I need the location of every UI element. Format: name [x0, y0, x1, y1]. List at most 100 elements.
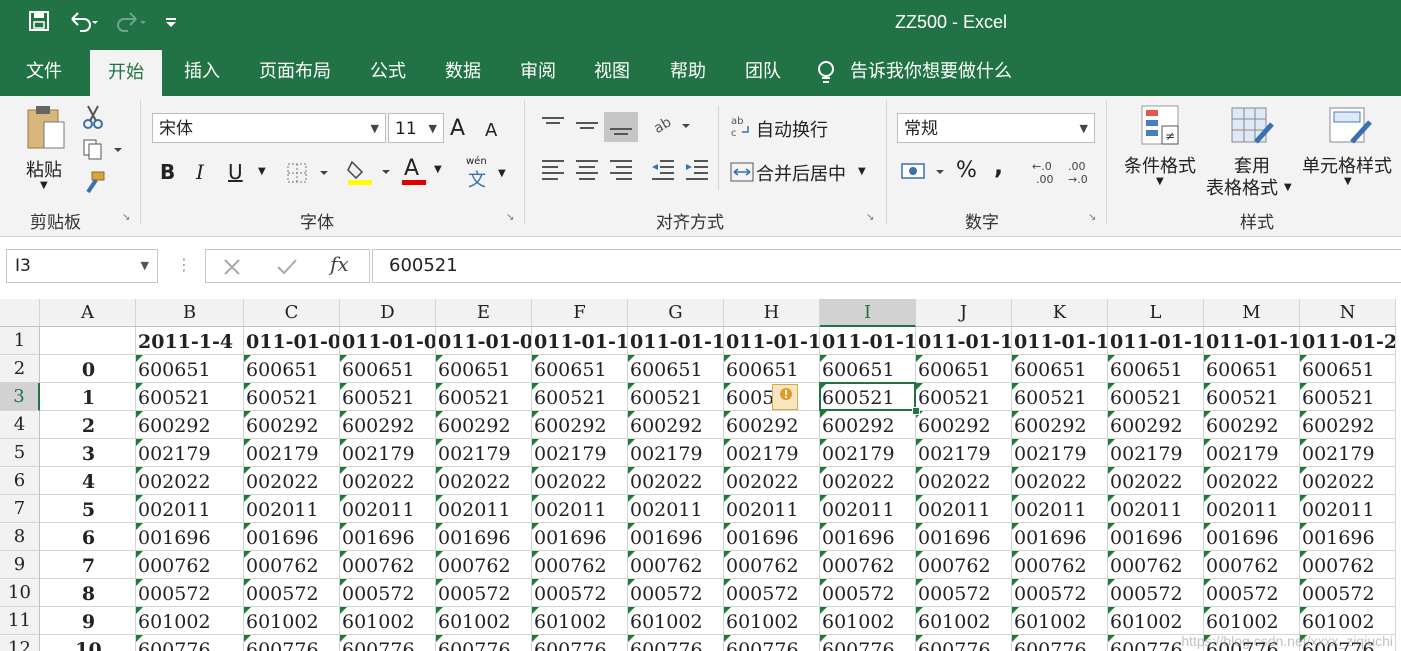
cell-k8[interactable]: 001696	[1012, 523, 1108, 551]
cell-n2[interactable]: 600651	[1300, 355, 1396, 383]
cell-j5[interactable]: 002179	[916, 439, 1012, 467]
cell-d1[interactable]: 011-01-0	[340, 327, 436, 355]
cell-j2[interactable]: 600651	[916, 355, 1012, 383]
redo-icon[interactable]	[116, 10, 146, 37]
cell-i11[interactable]: 601002	[820, 607, 916, 635]
increase-indent-icon[interactable]	[684, 158, 710, 182]
cell-i9[interactable]: 000762	[820, 551, 916, 579]
cell-j4[interactable]: 600292	[916, 411, 1012, 439]
cell-h7[interactable]: 002011	[724, 495, 820, 523]
cell-h10[interactable]: 000572	[724, 579, 820, 607]
cell-j7[interactable]: 002011	[916, 495, 1012, 523]
cell-n10[interactable]: 000572	[1300, 579, 1396, 607]
cell-f4[interactable]: 600292	[532, 411, 628, 439]
underline-button[interactable]: U	[228, 160, 243, 184]
cell-k9[interactable]: 000762	[1012, 551, 1108, 579]
cell-g8[interactable]: 001696	[628, 523, 724, 551]
cell-i8[interactable]: 001696	[820, 523, 916, 551]
row-header-10[interactable]: 10	[0, 579, 40, 607]
column-header-a[interactable]: A	[40, 299, 136, 327]
cell-f3[interactable]: 600521	[532, 383, 628, 411]
decrease-indent-icon[interactable]	[650, 158, 676, 182]
cell-a1[interactable]	[40, 327, 136, 355]
align-right-icon[interactable]	[608, 158, 634, 182]
cell-e8[interactable]: 001696	[436, 523, 532, 551]
format-as-table-button[interactable]: 套用 表格格式 ▼	[1204, 102, 1296, 202]
cell-e1[interactable]: 011-01-0	[436, 327, 532, 355]
orientation-icon[interactable]: ab	[652, 114, 692, 138]
cell-b10[interactable]: 000572	[136, 579, 244, 607]
column-header-n[interactable]: N	[1300, 299, 1396, 327]
cell-c1[interactable]: 011-01-0	[244, 327, 340, 355]
formula-input[interactable]: 600521	[372, 249, 1401, 283]
number-format-dropdown[interactable]: 常规 ▼	[897, 113, 1095, 143]
cell-e4[interactable]: 600292	[436, 411, 532, 439]
cell-b5[interactable]: 002179	[136, 439, 244, 467]
cell-h5[interactable]: 002179	[724, 439, 820, 467]
cell-d12[interactable]: 600776	[340, 635, 436, 651]
row-header-9[interactable]: 9	[0, 551, 40, 579]
cell-j11[interactable]: 601002	[916, 607, 1012, 635]
align-center-icon[interactable]	[574, 158, 600, 182]
cell-e10[interactable]: 000572	[436, 579, 532, 607]
column-header-l[interactable]: L	[1108, 299, 1204, 327]
tab-help[interactable]: 帮助	[652, 48, 724, 96]
cell-a2[interactable]: 0	[40, 355, 136, 383]
cell-m2[interactable]: 600651	[1204, 355, 1300, 383]
row-header-8[interactable]: 8	[0, 523, 40, 551]
cell-m1[interactable]: 011-01-1	[1204, 327, 1300, 355]
cell-k2[interactable]: 600651	[1012, 355, 1108, 383]
tab-view[interactable]: 视图	[576, 48, 648, 96]
align-middle-icon[interactable]	[574, 114, 600, 136]
cell-f12[interactable]: 600776	[532, 635, 628, 651]
enter-icon[interactable]	[276, 257, 298, 277]
cell-l11[interactable]: 601002	[1108, 607, 1204, 635]
cell-i12[interactable]: 600776	[820, 635, 916, 651]
cell-e6[interactable]: 002022	[436, 467, 532, 495]
save-icon[interactable]	[28, 10, 50, 37]
cell-l8[interactable]: 001696	[1108, 523, 1204, 551]
cell-a7[interactable]: 5	[40, 495, 136, 523]
tab-home[interactable]: 开始	[90, 50, 162, 96]
cell-f7[interactable]: 002011	[532, 495, 628, 523]
cell-a8[interactable]: 6	[40, 523, 136, 551]
cell-b11[interactable]: 601002	[136, 607, 244, 635]
column-header-e[interactable]: E	[436, 299, 532, 327]
font-name-dropdown[interactable]: 宋体 ▼	[152, 113, 386, 143]
row-header-1[interactable]: 1	[0, 327, 40, 355]
cell-h11[interactable]: 601002	[724, 607, 820, 635]
customize-icon[interactable]	[164, 10, 178, 37]
cell-g5[interactable]: 002179	[628, 439, 724, 467]
cell-e2[interactable]: 600651	[436, 355, 532, 383]
alignment-launcher-icon[interactable]: ↘	[866, 212, 874, 223]
cell-g11[interactable]: 601002	[628, 607, 724, 635]
cell-g9[interactable]: 000762	[628, 551, 724, 579]
cell-d11[interactable]: 601002	[340, 607, 436, 635]
cell-e12[interactable]: 600776	[436, 635, 532, 651]
row-header-12[interactable]: 12	[0, 635, 40, 651]
cell-n8[interactable]: 001696	[1300, 523, 1396, 551]
cell-c4[interactable]: 600292	[244, 411, 340, 439]
column-header-b[interactable]: B	[136, 299, 244, 327]
cut-icon[interactable]	[82, 104, 104, 130]
cell-m8[interactable]: 001696	[1204, 523, 1300, 551]
cell-a9[interactable]: 7	[40, 551, 136, 579]
cell-b2[interactable]: 600651	[136, 355, 244, 383]
cell-d10[interactable]: 000572	[340, 579, 436, 607]
cell-m3[interactable]: 600521	[1204, 383, 1300, 411]
paste-button[interactable]: 粘贴 ▼	[20, 104, 72, 199]
cell-h6[interactable]: 002022	[724, 467, 820, 495]
borders-icon[interactable]	[286, 162, 330, 184]
cell-c11[interactable]: 601002	[244, 607, 340, 635]
cell-c12[interactable]: 600776	[244, 635, 340, 651]
cell-j12[interactable]: 600776	[916, 635, 1012, 651]
merge-center-button[interactable]: 合并后居中 ▼	[730, 158, 874, 188]
cell-l6[interactable]: 002022	[1108, 467, 1204, 495]
cell-a3[interactable]: 1	[40, 383, 136, 411]
cell-a12[interactable]: 10	[40, 635, 136, 651]
cell-b1[interactable]: 2011-1-4	[136, 327, 244, 355]
cell-l9[interactable]: 000762	[1108, 551, 1204, 579]
format-painter-icon[interactable]	[82, 170, 106, 194]
cell-c6[interactable]: 002022	[244, 467, 340, 495]
align-bottom-button[interactable]	[604, 112, 638, 142]
